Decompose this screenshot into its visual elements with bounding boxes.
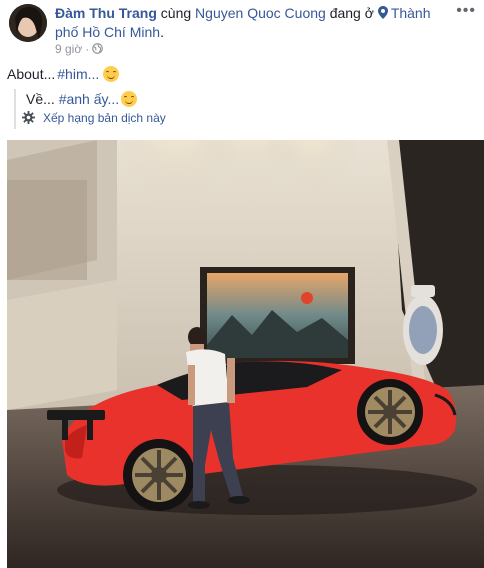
author-name[interactable]: Đàm Thu Trang	[55, 5, 157, 21]
smiling-face-emoji	[121, 91, 138, 107]
meta-separator: ·	[85, 42, 90, 56]
rate-translation-label: Xếp hạng bản dịch này	[43, 111, 166, 125]
translation-block: Về... #anh ấy... Xếp hạng bản dịch này	[14, 89, 166, 129]
at-text: đang ở	[325, 5, 378, 21]
tagged-person[interactable]: Nguyen Quoc Cuong	[195, 5, 326, 21]
status-text: About... #him...	[7, 66, 120, 82]
status-hashtag[interactable]: #him...	[57, 66, 99, 82]
post-photo[interactable]	[7, 140, 484, 568]
gear-icon	[22, 111, 35, 125]
post-header: Đàm Thu Trang cùng Nguyen Quoc Cuong đan…	[55, 4, 445, 42]
post-time[interactable]: 9 giờ	[55, 42, 82, 56]
translation-text: Về... #anh ấy...	[26, 89, 166, 109]
author-avatar[interactable]	[9, 4, 47, 42]
status-prefix: About...	[7, 66, 56, 82]
translation-hashtag[interactable]: #anh ấy...	[59, 91, 119, 107]
rate-translation-link[interactable]: Xếp hạng bản dịch này	[22, 111, 166, 125]
with-text: cùng	[156, 5, 196, 21]
header-period: .	[160, 24, 164, 40]
facebook-post: Đàm Thu Trang cùng Nguyen Quoc Cuong đan…	[0, 0, 484, 568]
more-options-button[interactable]: •••	[456, 2, 476, 20]
globe-icon[interactable]	[92, 42, 104, 56]
photo-garage-scene	[7, 140, 484, 568]
translation-prefix: Về...	[26, 91, 59, 107]
post-meta: 9 giờ ·	[55, 42, 104, 56]
map-pin-icon	[377, 5, 391, 21]
smiling-face-emoji	[103, 66, 120, 82]
